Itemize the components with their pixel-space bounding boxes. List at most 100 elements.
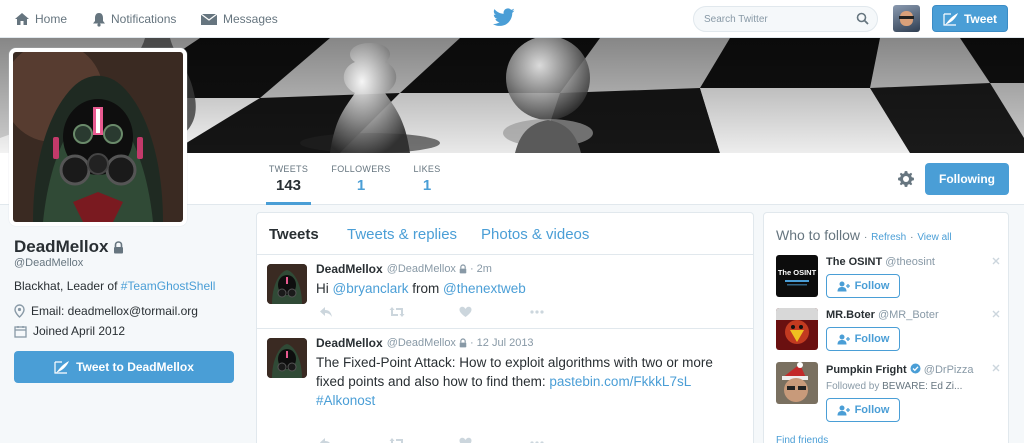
profile-email-text: Email: deadmellox@tormail.org xyxy=(31,304,198,318)
retweet-icon[interactable] xyxy=(389,306,405,318)
suggestion-handle[interactable]: @DrPizza xyxy=(924,364,974,376)
theosint-avatar-text: The OSINT xyxy=(778,268,817,277)
profile-handle[interactable]: @DeadMellox xyxy=(14,257,83,269)
profile-name-text: DeadMellox xyxy=(14,237,109,256)
view-all-link[interactable]: View all xyxy=(917,232,951,243)
follow-button[interactable]: Follow xyxy=(826,274,900,298)
follow-button[interactable]: Follow xyxy=(826,327,900,351)
tweet-author-name[interactable]: DeadMellox xyxy=(316,262,383,276)
suggestion-avatar[interactable]: The OSINT xyxy=(776,255,818,297)
more-icon[interactable] xyxy=(529,306,545,318)
follow-button[interactable]: Follow xyxy=(826,398,900,422)
tweet-to-user-label: Tweet to DeadMellox xyxy=(76,360,194,374)
profile-name[interactable]: DeadMellox xyxy=(14,237,124,257)
tweet-header: DeadMellox @DeadMellox · 12 Jul 2013 xyxy=(316,336,534,350)
refresh-link[interactable]: Refresh xyxy=(871,232,906,243)
lock-icon xyxy=(114,240,124,253)
retweet-icon[interactable] xyxy=(389,437,405,443)
add-user-icon xyxy=(837,281,850,291)
search-input[interactable] xyxy=(694,7,854,31)
close-icon[interactable] xyxy=(992,364,1000,372)
hashtag-link[interactable]: #Alkonost xyxy=(316,393,375,408)
twitter-bird-icon[interactable] xyxy=(493,8,515,27)
gasmask-avatar-thumb xyxy=(267,264,307,304)
stat-followers-value: 1 xyxy=(356,177,366,194)
envelope-icon xyxy=(200,13,218,25)
suggestion-display-name[interactable]: Pumpkin Fright xyxy=(826,364,907,376)
tab-tweets[interactable]: Tweets xyxy=(269,226,319,243)
timeline: Tweets Tweets & replies Photos & videos … xyxy=(256,212,754,443)
verified-badge-icon xyxy=(910,363,921,374)
stat-likes[interactable]: LIKES 1 xyxy=(412,153,442,205)
tweet-text: Hi @bryanclark from @thenextweb xyxy=(316,279,736,298)
profile-avatar[interactable] xyxy=(9,48,187,226)
suggestion-name: MR.Boter @MR_Boter xyxy=(826,309,939,321)
followed-by-link[interactable]: BEWARE: Ed Zi... xyxy=(882,381,962,392)
bio-hashtag-link[interactable]: #TeamGhostShell xyxy=(121,279,216,293)
nav-notifications-label: Notifications xyxy=(111,12,177,26)
profile-joined-text: Joined April 2012 xyxy=(33,324,126,338)
tab-tweets-replies[interactable]: Tweets & replies xyxy=(347,226,457,243)
follow-button-label: Follow xyxy=(854,333,890,345)
tweet-separator: · xyxy=(469,263,477,275)
gear-icon[interactable] xyxy=(897,170,915,188)
tweet-author-handle[interactable]: @DeadMellox xyxy=(387,263,456,275)
timeline-tabs: Tweets Tweets & replies Photos & videos xyxy=(257,213,753,255)
mention-link[interactable]: @bryanclark xyxy=(333,281,409,296)
tweet-avatar[interactable] xyxy=(267,338,307,378)
suggestion-display-name[interactable]: MR.Boter xyxy=(826,309,875,321)
tweet-timestamp[interactable]: 12 Jul 2013 xyxy=(477,337,534,349)
who-to-follow-title: Who to follow xyxy=(776,227,861,243)
reply-icon[interactable] xyxy=(319,437,333,443)
close-icon[interactable] xyxy=(992,310,1000,318)
compose-tweet-button[interactable]: Tweet xyxy=(932,5,1008,32)
nav-home-label: Home xyxy=(35,12,68,26)
who-to-follow-panel: Who to follow · Refresh · View all The O… xyxy=(763,212,1009,443)
suggestion-handle[interactable]: @theosint xyxy=(885,256,935,268)
more-icon[interactable] xyxy=(529,437,545,443)
nav-user-avatar[interactable] xyxy=(893,5,920,32)
search-icon[interactable] xyxy=(856,12,869,25)
stat-likes-label: LIKES xyxy=(413,164,441,174)
who-to-follow-header: Who to follow · Refresh · View all xyxy=(776,227,952,243)
title-separator: · xyxy=(910,232,914,243)
lock-icon xyxy=(459,264,467,274)
tweet-text-part: Hi xyxy=(316,281,333,296)
suggestion-avatar[interactable] xyxy=(776,362,818,404)
quill-icon xyxy=(943,12,958,26)
tweet-url-link[interactable]: pastebin.com/FkkkL7sL xyxy=(549,374,691,389)
tweet-avatar[interactable] xyxy=(267,264,307,304)
nav-messages[interactable]: Messages xyxy=(200,0,278,38)
gasmask-avatar-image xyxy=(13,52,183,222)
gasmask-avatar-thumb xyxy=(267,338,307,378)
following-button[interactable]: Following xyxy=(925,163,1009,195)
nav-notifications[interactable]: Notifications xyxy=(92,0,176,38)
stat-tweets[interactable]: TWEETS 143 xyxy=(266,153,311,205)
reply-icon[interactable] xyxy=(319,306,333,318)
tab-photos-videos[interactable]: Photos & videos xyxy=(481,226,589,243)
tweet-author-handle[interactable]: @DeadMellox xyxy=(387,337,456,349)
tweet-timestamp[interactable]: 2m xyxy=(477,263,492,275)
tweet-item[interactable]: DeadMellox @DeadMellox · 2m Hi @bryancla… xyxy=(257,256,753,329)
heart-icon[interactable] xyxy=(459,437,472,443)
nav-messages-label: Messages xyxy=(223,12,278,26)
mrboter-avatar-image xyxy=(776,308,818,350)
suggestion-handle[interactable]: @MR_Boter xyxy=(878,309,939,321)
suggestion-avatar[interactable] xyxy=(776,308,818,350)
close-icon[interactable] xyxy=(992,257,1000,265)
tweet-author-name[interactable]: DeadMellox xyxy=(316,336,383,350)
follow-button-label: Follow xyxy=(854,280,890,292)
mention-link[interactable]: @thenextweb xyxy=(443,281,526,296)
stat-followers[interactable]: FOLLOWERS 1 xyxy=(331,153,391,205)
quill-icon xyxy=(54,361,70,374)
suggestion-name: Pumpkin Fright @DrPizza xyxy=(826,363,973,376)
find-friends-link[interactable]: Find friends xyxy=(776,435,828,443)
profile-bio: Blackhat, Leader of #TeamGhostShell xyxy=(14,279,215,293)
stat-tweets-value: 143 xyxy=(275,177,302,194)
suggestion-display-name[interactable]: The OSINT xyxy=(826,256,882,268)
tweet-item[interactable]: DeadMellox @DeadMellox · 12 Jul 2013 The… xyxy=(257,330,753,443)
tweet-to-user-button[interactable]: Tweet to DeadMellox xyxy=(14,351,234,383)
nav-home[interactable]: Home xyxy=(14,0,67,38)
heart-icon[interactable] xyxy=(459,306,472,318)
search-box[interactable] xyxy=(693,6,878,32)
